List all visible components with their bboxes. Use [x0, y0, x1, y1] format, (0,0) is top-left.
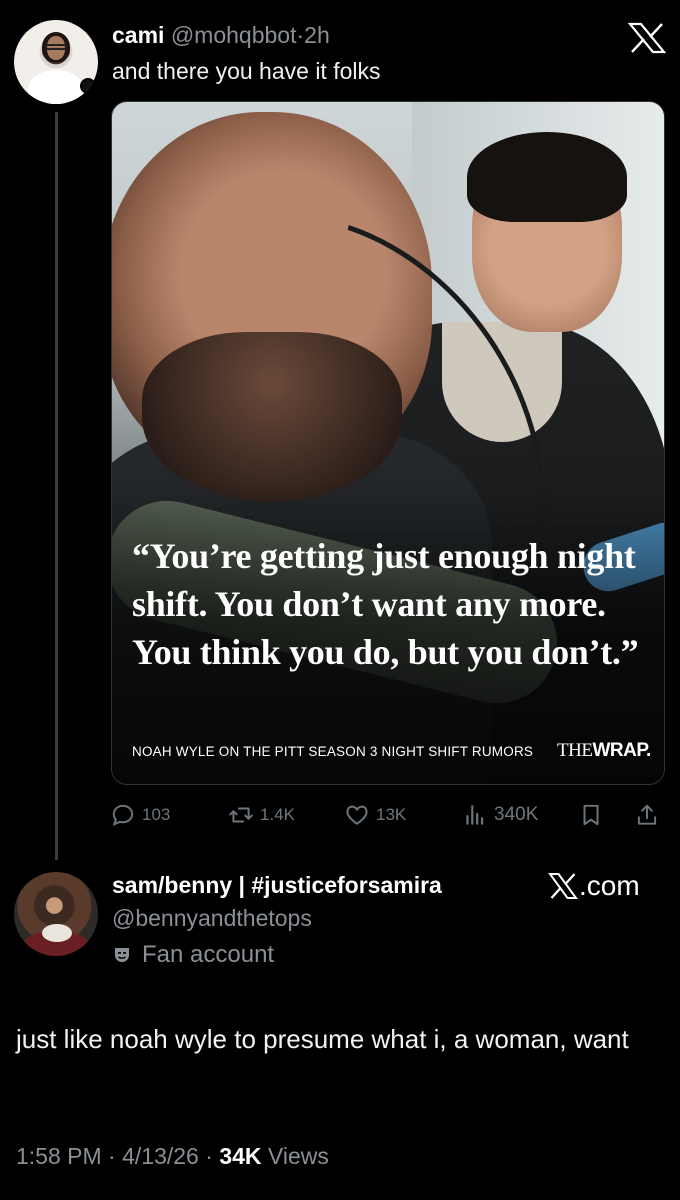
quoted-author-name[interactable]: cami [112, 22, 164, 48]
x-logo-icon [548, 873, 578, 899]
xcom-watermark: .com [548, 870, 640, 902]
views-count: 340K [494, 804, 539, 825]
views-total: 34K [219, 1143, 262, 1169]
reply-button[interactable]: 103 [110, 800, 170, 830]
meta-separator: · [108, 1143, 116, 1169]
views-button[interactable]: 340K [462, 800, 538, 830]
repost-button[interactable]: 1.4K [228, 800, 295, 830]
author-name[interactable]: sam/benny | #justiceforsamira [112, 870, 442, 900]
share-icon [637, 804, 657, 825]
views-bar-icon [466, 805, 484, 825]
avatar-cami[interactable] [14, 20, 98, 104]
quoted-author-handle[interactable]: @mohqbbot [171, 22, 297, 48]
author-handle[interactable]: @bennyandthetops [112, 903, 442, 933]
header-separator: · [296, 22, 305, 48]
photo-quote-text: “You’re getting just enough night shift.… [132, 536, 639, 672]
x-logo-icon [628, 22, 666, 54]
quoted-tweet-time[interactable]: 2h [304, 22, 330, 48]
thread-line [55, 112, 58, 860]
like-count: 13K [376, 805, 407, 824]
share-button[interactable] [634, 800, 660, 830]
main-tweet-header: sam/benny | #justiceforsamira @bennyandt… [112, 870, 442, 969]
quoted-tweet-text: and there you have it folks [112, 58, 381, 84]
tweet-photo[interactable]: “You’re getting just enough night shift.… [111, 101, 665, 785]
main-tweet-text: just like noah wyle to presume what i, a… [16, 1024, 629, 1054]
tweet-meta: 1:58 PM · 4/13/26 · 34K Views [16, 1143, 329, 1170]
xcom-text: .com [579, 870, 640, 901]
views-label: Views [267, 1143, 329, 1169]
fan-account-text: Fan account [142, 941, 275, 968]
avatar-sam[interactable] [14, 872, 98, 956]
bookmark-button[interactable] [578, 800, 604, 830]
quoted-tweet-header: cami @mohqbbot·2h [112, 20, 330, 50]
reply-icon [112, 804, 134, 826]
like-button[interactable]: 13K [344, 800, 406, 830]
tweet-time[interactable]: 1:58 PM [16, 1143, 102, 1169]
theater-mask-icon [115, 948, 129, 962]
repost-count: 1.4K [260, 805, 295, 824]
reply-count: 103 [142, 805, 171, 824]
repost-icon [229, 807, 253, 823]
fan-account-label: Fan account [112, 941, 442, 969]
tweet-date[interactable]: 4/13/26 [122, 1143, 199, 1169]
bookmark-icon [583, 804, 599, 826]
thewrap-logo: THEWRAP. [557, 740, 651, 761]
meta-separator: · [205, 1143, 213, 1169]
heart-icon [346, 805, 368, 825]
photo-caption: NOAH WYLE ON THE PITT SEASON 3 NIGHT SHI… [132, 744, 534, 759]
